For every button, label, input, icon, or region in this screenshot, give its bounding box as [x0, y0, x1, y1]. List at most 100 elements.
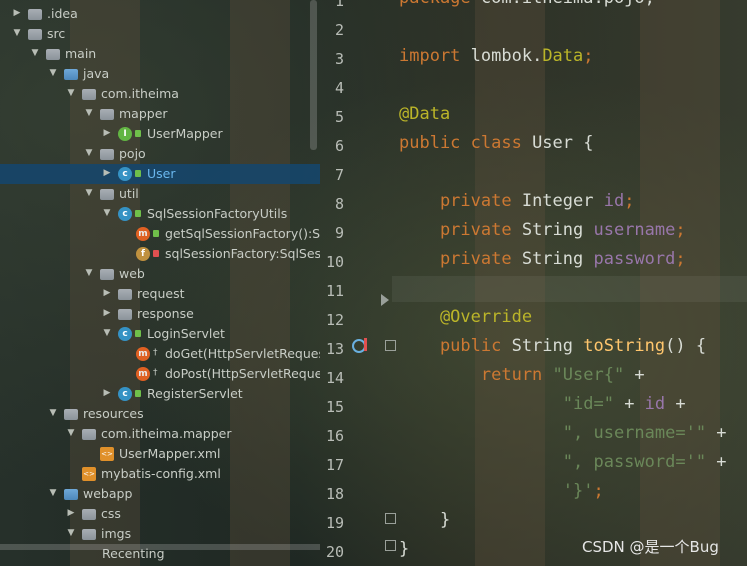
field-private-icon: f: [136, 247, 150, 261]
tree-item-user[interactable]: ▶ c User: [0, 164, 320, 184]
tree-item-doget-httpservletreques[interactable]: m † doGet(HttpServletReques: [0, 344, 320, 364]
code-line[interactable]: ", username='" +: [399, 423, 727, 443]
code-line[interactable]: }: [399, 539, 409, 559]
tree-item-mybatis-config-xml[interactable]: <> mybatis-config.xml: [0, 464, 320, 484]
line-number: 14: [325, 369, 344, 387]
tree-item-usermapper-xml[interactable]: <> UserMapper.xml: [0, 444, 320, 464]
chevron-right-icon[interactable]: ▶: [102, 308, 112, 318]
line-number: 3: [334, 50, 344, 68]
code-line[interactable]: public String toString() {: [399, 336, 706, 356]
chevron-down-icon[interactable]: ▼: [48, 408, 58, 418]
tree-item-response[interactable]: ▶ response: [0, 304, 320, 324]
fold-close-icon[interactable]: [385, 540, 396, 551]
chevron-down-icon[interactable]: ▼: [84, 268, 94, 278]
tree-item-css[interactable]: ▶ css: [0, 504, 320, 524]
tree-item-web[interactable]: ▼ web: [0, 264, 320, 284]
tree-item-request[interactable]: ▶ request: [0, 284, 320, 304]
tree-item-java[interactable]: ▼ java: [0, 64, 320, 84]
tree-item--idea[interactable]: ▶ .idea: [0, 4, 320, 24]
code-line[interactable]: private String username;: [399, 220, 686, 240]
code-token: @Data: [399, 104, 451, 124]
tree-item-label: resources: [83, 406, 144, 421]
chevron-right-icon[interactable]: ▶: [102, 168, 112, 178]
line-number: 20: [325, 543, 344, 561]
chevron-down-icon[interactable]: ▼: [66, 528, 76, 538]
tree-item-label: com.itheima: [101, 86, 179, 101]
method-protected-icon: m: [136, 347, 150, 361]
tree-item-src[interactable]: ▼ src: [0, 24, 320, 44]
tree-item-loginservlet[interactable]: ▼ c LoginServlet: [0, 324, 320, 344]
code-token: String: [521, 249, 594, 269]
chevron-down-icon[interactable]: ▼: [102, 208, 112, 218]
tree-item-mapper[interactable]: ▼ mapper: [0, 104, 320, 124]
code-token: @Override: [399, 307, 533, 327]
code-token: private: [399, 249, 522, 269]
package-icon: [100, 109, 114, 120]
tree-item-main[interactable]: ▼ main: [0, 44, 320, 64]
chevron-right-icon[interactable]: ▶: [66, 508, 76, 518]
tree-item-label: main: [65, 46, 97, 61]
chevron-down-icon[interactable]: ▼: [84, 148, 94, 158]
tree-item-resources[interactable]: ▼ resources: [0, 404, 320, 424]
code-line[interactable]: private Integer id;: [399, 191, 635, 211]
folder-icon: [28, 9, 42, 20]
chevron-down-icon[interactable]: ▼: [12, 28, 22, 38]
project-vertical-scrollbar[interactable]: [310, 0, 317, 150]
interface-icon: I: [118, 127, 132, 141]
chevron-down-icon[interactable]: ▼: [48, 68, 58, 78]
chevron-down-icon[interactable]: ▼: [102, 328, 112, 338]
code-line[interactable]: public class User {: [399, 133, 593, 153]
code-token: +: [624, 394, 645, 414]
class-icon: c: [118, 167, 132, 181]
class-icon: c: [118, 327, 132, 341]
code-token: }: [399, 539, 410, 559]
chevron-down-icon[interactable]: ▼: [30, 48, 40, 58]
tree-item-dopost-httpservletreque[interactable]: m † doPost(HttpServletReque: [0, 364, 320, 384]
xml-icon: <>: [82, 467, 96, 481]
chevron-down-icon[interactable]: ▼: [66, 88, 76, 98]
code-line[interactable]: @Data: [399, 104, 450, 124]
code-line[interactable]: package com.itheima.pojo;: [399, 0, 655, 8]
code-line[interactable]: "id=" + id +: [399, 394, 686, 414]
chevron-right-icon[interactable]: ▶: [12, 8, 22, 18]
tree-item-label: webapp: [83, 486, 133, 501]
tree-item-com-itheima-mapper[interactable]: ▼ com.itheima.mapper: [0, 424, 320, 444]
project-horizontal-scrollbar[interactable]: [0, 544, 320, 550]
chevron-down-icon[interactable]: ▼: [66, 428, 76, 438]
chevron-down-icon[interactable]: ▼: [48, 488, 58, 498]
code-line[interactable]: import lombok.Data;: [399, 46, 594, 66]
line-number: 1: [334, 0, 344, 10]
code-token: +: [675, 394, 686, 414]
tree-item-usermapper[interactable]: ▶ I UserMapper: [0, 124, 320, 144]
code-line[interactable]: '}';: [399, 481, 604, 501]
code-line[interactable]: return "User{" +: [399, 365, 645, 385]
code-line[interactable]: private String password;: [399, 249, 686, 269]
chevron-right-icon[interactable]: ▶: [102, 288, 112, 298]
chevron-right-icon[interactable]: ▶: [102, 388, 112, 398]
tree-item-sqlsessionfactory-sqlses[interactable]: f sqlSessionFactory:SqlSes: [0, 244, 320, 264]
tree-item-registerservlet[interactable]: ▶ c RegisterServlet: [0, 384, 320, 404]
code-line[interactable]: @Override: [399, 307, 532, 327]
chevron-right-icon[interactable]: ▶: [102, 128, 112, 138]
code-line[interactable]: ", password='" +: [399, 452, 727, 472]
tree-item-webapp[interactable]: ▼ webapp: [0, 484, 320, 504]
public-lock-icon: [135, 330, 141, 337]
tree-item-getsqlsessionfactory-sq[interactable]: m getSqlSessionFactory():Sq: [0, 224, 320, 244]
fold-open-icon[interactable]: [385, 340, 396, 351]
code-line[interactable]: }: [399, 510, 450, 530]
tree-item-com-itheima[interactable]: ▼ com.itheima: [0, 84, 320, 104]
folder-blue-icon: [64, 69, 78, 80]
fold-close-icon[interactable]: [385, 513, 396, 524]
package-icon: [82, 89, 96, 100]
chevron-down-icon[interactable]: ▼: [84, 108, 94, 118]
fold-arrow-icon[interactable]: [381, 294, 389, 306]
editor-gutter: 1 2 3 4 5 6 7 8 9 10 11 12 13 14 15 16 17 18 19 20: [320, 0, 392, 566]
tree-item-label: doGet(HttpServletReques: [165, 346, 320, 361]
tree-item-sqlsessionfactoryutils[interactable]: ▼ c SqlSessionFactoryUtils: [0, 204, 320, 224]
tree-item-util[interactable]: ▼ util: [0, 184, 320, 204]
line-number: 10: [325, 253, 344, 271]
tree-item-pojo[interactable]: ▼ pojo: [0, 144, 320, 164]
tree-item-imgs[interactable]: ▼ imgs: [0, 524, 320, 544]
line-number: 15: [325, 398, 344, 416]
chevron-down-icon[interactable]: ▼: [84, 188, 94, 198]
